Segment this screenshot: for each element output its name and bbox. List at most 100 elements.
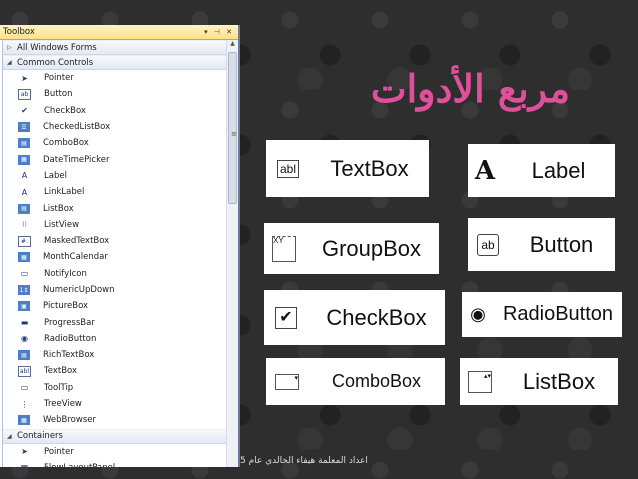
button-icon: ab [468,233,508,256]
listbox-icon: ▤ [18,203,30,214]
toolbox-item-checkedlistbox[interactable]: ☰ CheckedListBox [3,119,227,135]
toolbox-item-button[interactable]: ab Button [3,86,227,102]
toolbox-body: ▷ All Windows Forms ◢ Common Controls ➤ P… [0,40,238,467]
toolbox-item-label: CheckedListBox [43,122,111,133]
toolbox-item-webbrowser[interactable]: ▦ WebBrowser [3,412,227,428]
toolbox-item-listbox[interactable]: ▤ ListBox [3,200,227,216]
textbox-icon: abl [18,365,31,377]
datetimepicker-icon: ▦ [18,154,30,165]
picturebox-icon: ▣ [18,301,30,312]
toolbox-item-label: CheckBox [44,105,86,116]
toolbox-item-label: ListBox [43,203,74,214]
progressbar-icon: ▬ [20,318,29,328]
toolbox-item-label: LinkLabel [44,187,85,198]
toolbox-item-label: Button [44,89,73,100]
treeview-icon: ⋮ [20,399,29,409]
toolbox-item-treeview[interactable]: ⋮ TreeView [3,396,227,412]
toolbox-item-label: ProgressBar [44,317,95,328]
pointer-icon: ➤ [21,447,28,457]
scroll-up-icon[interactable]: ▲ [227,40,238,50]
card-label: A Label [468,144,615,197]
toolbox-item-datetimepicker[interactable]: ▦ DateTimePicker [3,151,227,167]
card-label: RadioButton [502,303,614,325]
category-label: Containers [17,431,63,442]
card-radiobutton: ◉ RadioButton [462,292,622,337]
toolbox-item-label: ToolTip [44,382,74,393]
toolbox-item-label: DateTimePicker [43,154,110,165]
scroll-grip-icon: ≡ [231,130,237,138]
toolbox-titlebar: Toolbox ▾ ⊣ ✕ [0,25,238,40]
toolbox-item-radiobutton[interactable]: ◉ RadioButton [3,331,227,347]
linklabel-icon: A [21,187,28,197]
toolbox-item-label: Label [44,170,67,181]
collapse-arrow-icon[interactable]: ◢ [7,433,17,440]
monthcalendar-icon: ▦ [18,252,30,263]
toolbox-item-maskedtextbox[interactable]: #. MaskedTextBox [3,233,227,249]
toolbox-item-label: ComboBox [43,138,89,149]
toolbox-item-monthcalendar[interactable]: ▦ MonthCalendar [3,249,227,265]
button-icon: ab [18,88,31,100]
expand-arrow-icon[interactable]: ▷ [7,44,17,51]
richtextbox-icon: ▤ [18,350,30,361]
toolbox-item-label: Pointer [44,446,74,457]
listbox-icon: ▴▾ [460,370,500,393]
toolbox-item-flowlayoutpanel[interactable]: ▦ FlowLayoutPanel [3,460,227,467]
toolbox-item-richtextbox[interactable]: ▤ RichTextBox [3,347,227,363]
toolbox-item-combobox[interactable]: ▤ ComboBox [3,135,227,151]
toolbox-item-picturebox[interactable]: ▣ PictureBox [3,298,227,314]
toolbox-item-notifyicon[interactable]: ▭ NotifyIcon [3,266,227,282]
toolbox-item-label: RichTextBox [43,350,95,361]
card-label: CheckBox [326,304,427,330]
toolbox-window-controls[interactable]: ▾ ⊣ ✕ [204,28,238,36]
scrollbar-thumb[interactable] [228,52,237,204]
toolbox-item-linklabel[interactable]: A LinkLabel [3,184,227,200]
toolbox-list: ▷ All Windows Forms ◢ Common Controls ➤ P… [0,40,227,467]
card-combobox: ▾ ComboBox [266,358,445,405]
category-all-windows-forms[interactable]: ▷ All Windows Forms [3,40,227,55]
card-textbox: abl TextBox [266,140,429,197]
pointer-icon: ➤ [21,73,28,83]
toolbox-item-label[interactable]: A Label [3,168,227,184]
category-common-controls[interactable]: ◢ Common Controls [3,55,227,70]
tooltip-icon: ▭ [20,383,29,393]
checkbox-icon: ✔ [264,306,308,329]
radiobutton-icon: ◉ [21,334,28,344]
toolbox-item-pointer[interactable]: ➤ Pointer [3,444,227,460]
notifyicon-icon: ▭ [20,269,29,279]
card-groupbox: XY GroupBox [264,223,439,274]
card-label: Button [529,231,594,257]
listview-icon: ⁝⁝ [21,220,28,230]
checkedlistbox-icon: ☰ [18,122,30,133]
toolbox-item-label: MaskedTextBox [44,236,110,247]
toolbox-item-numericupdown[interactable]: 1⇕ NumericUpDown [3,282,227,298]
toolbox-item-label: FlowLayoutPanel [44,463,115,467]
toolbox-item-label: MonthCalendar [43,252,108,263]
card-button: ab Button [468,218,615,271]
category-containers[interactable]: ◢ Containers [3,428,227,444]
toolbox-scrollbar[interactable]: ▲ ≡ [226,40,238,467]
card-listbox: ▴▾ ListBox [460,358,618,405]
label-icon: A [21,171,28,181]
card-label: ComboBox [331,371,422,391]
textbox-icon: abl [266,159,310,178]
maskedtextbox-icon: #. [18,235,31,247]
card-label: GroupBox [321,235,422,261]
toolbox-item-label: TreeView [44,399,82,410]
webbrowser-icon: ▦ [18,415,30,426]
toolbox-item-label: RadioButton [44,333,97,344]
toolbox-item-label: ListView [44,219,80,230]
toolbox-item-label: TextBox [44,366,77,377]
toolbox-item-listview[interactable]: ⁝⁝ ListView [3,217,227,233]
toolbox-panel: Toolbox ▾ ⊣ ✕ ▷ All Windows Forms ◢ Comm… [0,25,240,467]
collapse-arrow-icon[interactable]: ◢ [7,59,17,66]
label-icon: A [474,155,496,186]
toolbox-item-label: PictureBox [43,301,89,312]
toolbox-item-progressbar[interactable]: ▬ ProgressBar [3,314,227,330]
toolbox-item-textbox[interactable]: abl TextBox [3,363,227,379]
category-label: All Windows Forms [17,42,97,53]
toolbox-item-label: Pointer [44,73,74,84]
toolbox-title: Toolbox [3,27,35,37]
toolbox-item-pointer[interactable]: ➤ Pointer [3,70,227,86]
toolbox-item-checkbox[interactable]: ✔ CheckBox [3,103,227,119]
toolbox-item-tooltip[interactable]: ▭ ToolTip [3,380,227,396]
